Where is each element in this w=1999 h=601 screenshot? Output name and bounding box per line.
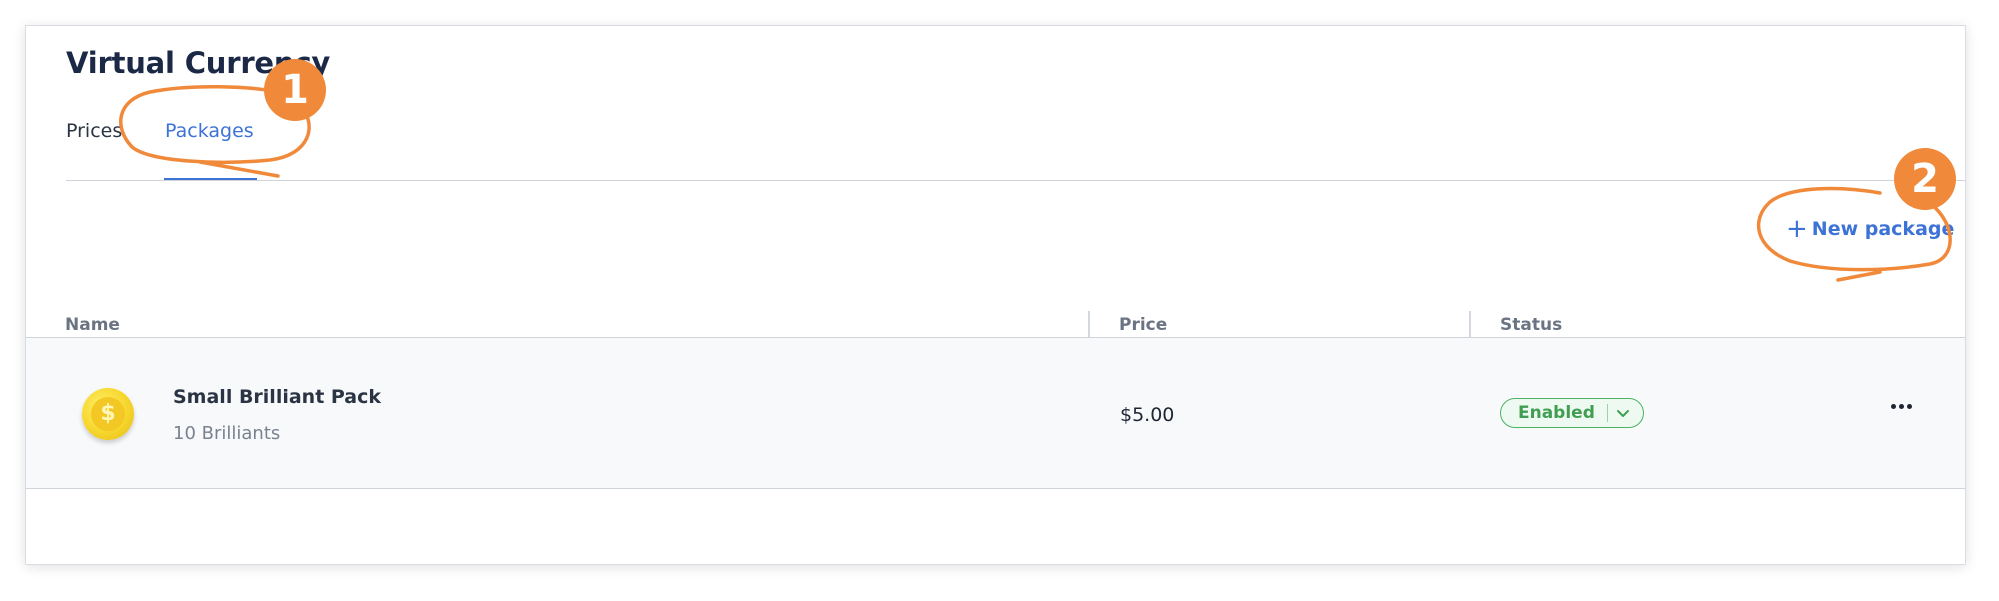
table-row[interactable]: $ Small Brilliant Pack 10 Brilliants $5.…: [26, 337, 1965, 489]
screenshot-stage: Virtual Currency Prices Packages + New p…: [0, 0, 1999, 601]
plus-icon: +: [1786, 214, 1808, 244]
annotation-badge-1: 1: [264, 59, 326, 121]
chevron-down-icon: [1616, 404, 1630, 423]
status-badge: Enabled: [1518, 403, 1595, 423]
package-subtitle: 10 Brilliants: [173, 423, 281, 444]
column-header-name: Name: [65, 315, 120, 335]
new-package-label: New package: [1811, 218, 1955, 240]
more-options-icon[interactable]: [1886, 396, 1916, 416]
coin-icon: $: [82, 388, 134, 440]
column-header-status: Status: [1500, 315, 1563, 335]
tab-prices[interactable]: Prices: [66, 120, 122, 142]
column-separator: [1088, 311, 1090, 338]
package-price: $5.00: [1120, 404, 1175, 426]
new-package-button[interactable]: + New package: [1786, 214, 1955, 244]
column-header-price: Price: [1119, 315, 1168, 335]
column-separator: [1469, 311, 1471, 338]
tab-packages[interactable]: Packages: [165, 120, 254, 142]
annotation-badge-2: 2: [1894, 148, 1956, 210]
package-name: Small Brilliant Pack: [173, 386, 382, 408]
tabs-divider: [66, 180, 1965, 181]
dollar-sign-icon: $: [91, 397, 125, 431]
status-dropdown[interactable]: Enabled: [1500, 398, 1644, 428]
status-divider: [1606, 404, 1608, 422]
